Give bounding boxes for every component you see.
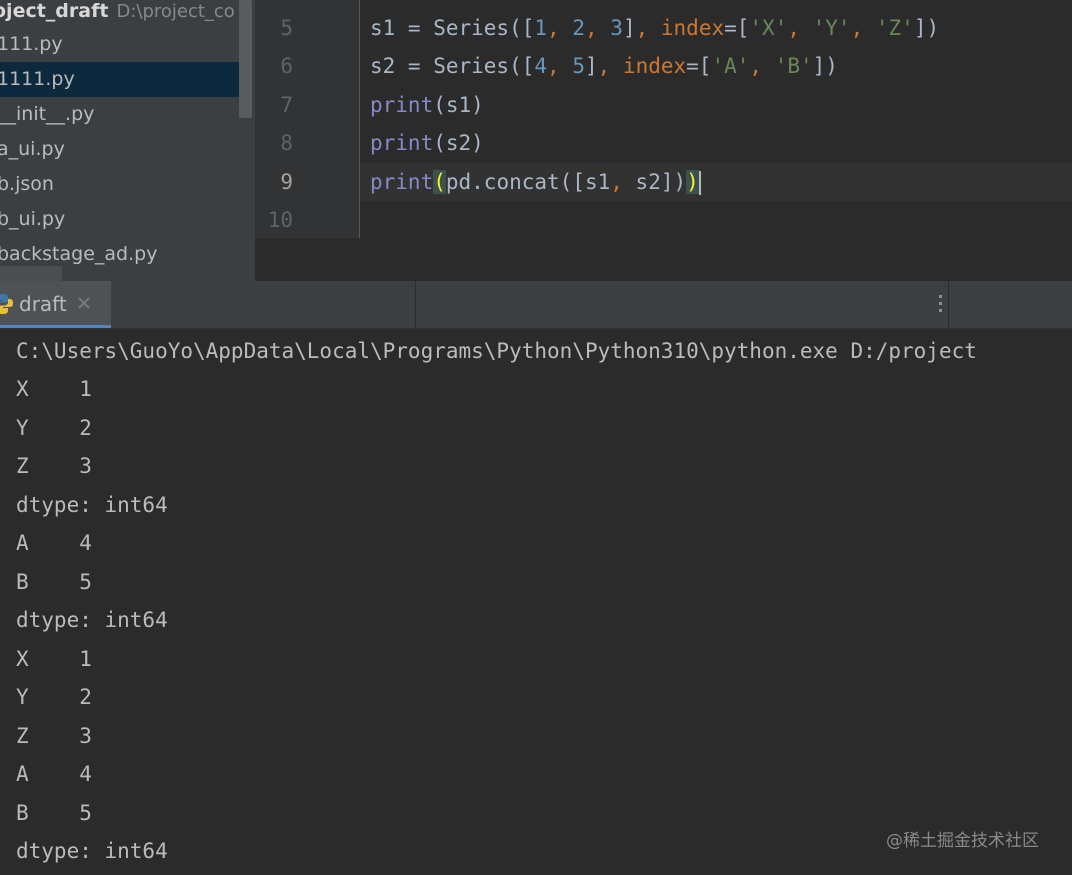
code-token: ] xyxy=(622,16,636,40)
code-line-5: s1 = Series([1, 2, 3], index=['X', 'Y', … xyxy=(370,9,939,47)
string-literal: 'X' xyxy=(749,16,788,40)
console-line: Y 2 xyxy=(16,685,92,709)
builtin-function: print xyxy=(370,170,434,194)
code-line-8: print(s2) xyxy=(370,124,484,162)
file-name: __init__.py xyxy=(0,103,95,125)
console-line: A 4 xyxy=(16,762,92,786)
comma: , xyxy=(850,16,876,40)
console-line: Z 3 xyxy=(16,724,92,748)
comma: , xyxy=(584,16,611,40)
divider xyxy=(948,281,949,328)
code-token: pd.concat([s1 xyxy=(445,170,611,194)
console-line: Z 3 xyxy=(16,454,92,478)
file-name: 1111.py xyxy=(0,68,75,90)
file-item-111-py[interactable]: 111.py xyxy=(0,27,252,62)
matched-brace: ( xyxy=(433,170,446,194)
comma: , xyxy=(547,54,573,78)
line-number: 10 xyxy=(267,208,293,232)
keyword-argument: index xyxy=(660,16,725,40)
string-literal: 'B' xyxy=(774,54,813,78)
file-item-a-ui-py[interactable]: a_ui.py xyxy=(0,132,252,167)
console-line: Y 2 xyxy=(16,416,92,440)
line-number: 6 xyxy=(280,54,293,78)
comma: , xyxy=(547,16,573,40)
number-literal: 2 xyxy=(572,16,585,40)
console-line: C:\Users\GuoYo\AppData\Local\Programs\Py… xyxy=(16,339,977,363)
code-token: =[ xyxy=(724,16,750,40)
code-token: ]) xyxy=(913,16,940,40)
comma: , xyxy=(787,16,813,40)
code-token: (s1) xyxy=(433,93,484,117)
console-output[interactable]: C:\Users\GuoYo\AppData\Local\Programs\Py… xyxy=(0,329,1072,875)
comma: , xyxy=(610,170,636,194)
project-header[interactable]: oject_draft D:\project_co xyxy=(0,0,248,24)
project-scrollbar[interactable] xyxy=(239,0,252,118)
console-line: B 5 xyxy=(16,801,92,825)
line-number-gutter: 5 6 7 8 9 10 xyxy=(255,0,360,238)
console-line: dtype: int64 xyxy=(16,493,168,517)
line-number: 7 xyxy=(280,93,293,117)
close-icon[interactable] xyxy=(77,296,91,310)
code-token: s2]) xyxy=(635,170,687,194)
code-token: s2 = Series([ xyxy=(370,54,535,78)
partially-hidden-item xyxy=(0,266,62,281)
builtin-function: print xyxy=(370,131,434,155)
string-literal: 'Y' xyxy=(812,16,851,40)
watermark: @稀土掘金技术社区 xyxy=(886,831,1039,851)
keyword-argument: index xyxy=(622,54,687,78)
console-line: dtype: int64 xyxy=(16,839,168,863)
run-tab-draft[interactable]: draft xyxy=(0,281,111,328)
number-literal: 3 xyxy=(610,16,623,40)
line-number: 8 xyxy=(280,131,293,155)
code-line-9: print(pd.concat([s1, s2])) xyxy=(370,163,701,201)
file-item-b-json[interactable]: b.json xyxy=(0,167,252,202)
code-token: ]) xyxy=(812,54,838,78)
code-token: =[ xyxy=(686,54,712,78)
code-line-7: print(s1) xyxy=(370,86,484,124)
file-item-b-ui-py[interactable]: b_ui.py xyxy=(0,202,252,237)
string-literal: 'Z' xyxy=(875,16,914,40)
file-name: 111.py xyxy=(0,33,63,55)
comma: , xyxy=(597,54,623,78)
comma: , xyxy=(749,54,775,78)
run-tool-window-header: draft xyxy=(0,281,1072,329)
code-editor[interactable]: 5 6 7 8 9 10 s1 = Series([1, 2, 3], inde… xyxy=(255,0,1072,281)
file-name: backstage_ad.py xyxy=(0,243,158,265)
file-name: a_ui.py xyxy=(0,138,65,160)
comma: , xyxy=(635,16,661,40)
project-root-name[interactable]: oject_draft xyxy=(0,0,108,22)
console-line: dtype: int64 xyxy=(16,608,168,632)
code-line-6: s2 = Series([4, 5], index=['A', 'B']) xyxy=(370,47,838,85)
number-literal: 1 xyxy=(534,16,548,40)
file-name: b_ui.py xyxy=(0,208,66,230)
file-tree: 111.py 1111.py __init__.py a_ui.py b.jso… xyxy=(0,27,255,272)
console-line: X 1 xyxy=(16,377,92,401)
line-number: 5 xyxy=(280,16,293,40)
file-name: b.json xyxy=(0,173,54,195)
python-icon xyxy=(0,294,13,314)
code-token: ] xyxy=(584,54,598,78)
project-tool-window: oject_draft D:\project_co 111.py 1111.py … xyxy=(0,0,255,281)
editor-empty-area xyxy=(255,238,1072,281)
file-item-init-py[interactable]: __init__.py xyxy=(0,97,252,132)
code-token: s1 = Series([ xyxy=(370,16,535,40)
matched-brace: ) xyxy=(686,170,699,194)
more-options-icon[interactable] xyxy=(939,295,942,316)
project-root-path: D:\project_co xyxy=(116,1,235,22)
console-line: B 5 xyxy=(16,570,92,594)
divider xyxy=(415,281,416,328)
code-token: (s2) xyxy=(433,131,484,155)
line-number-current: 9 xyxy=(280,170,293,194)
run-tab-label: draft xyxy=(19,292,67,316)
number-literal: 5 xyxy=(572,54,585,78)
number-literal: 4 xyxy=(534,54,548,78)
console-line: A 4 xyxy=(16,531,92,555)
text-caret xyxy=(698,171,701,195)
console-line: X 1 xyxy=(16,647,92,671)
string-literal: 'A' xyxy=(711,54,750,78)
builtin-function: print xyxy=(370,93,434,117)
file-item-1111-py[interactable]: 1111.py xyxy=(0,62,252,97)
